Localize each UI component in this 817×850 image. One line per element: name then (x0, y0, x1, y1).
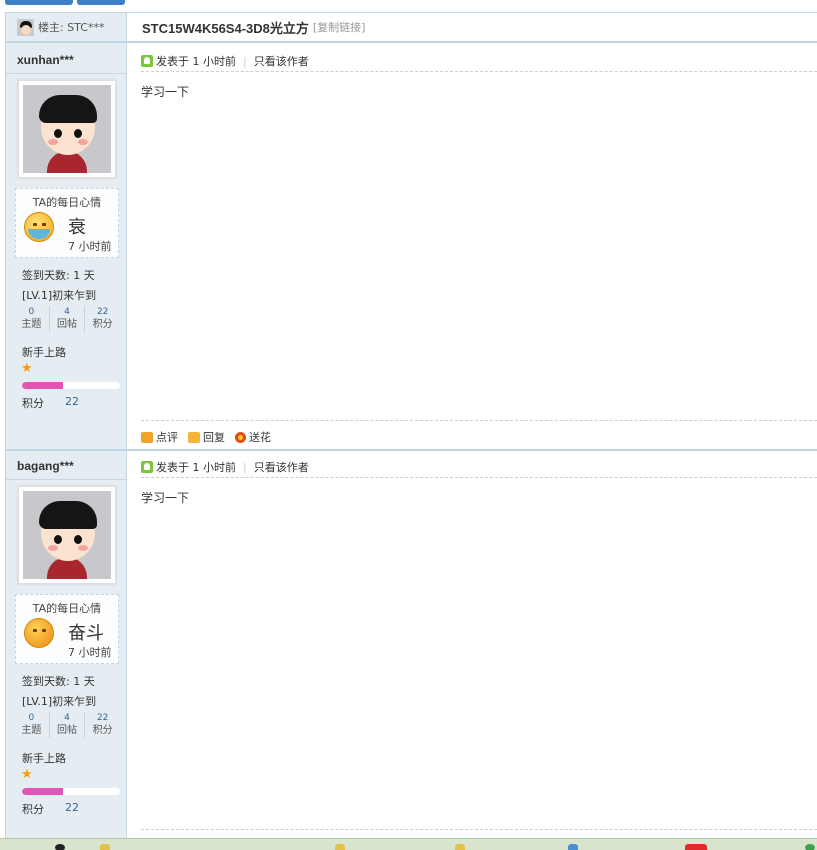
stat-threads[interactable]: 0 主题 (14, 712, 49, 738)
taskbar (0, 838, 817, 850)
username[interactable]: bagang*** (17, 459, 74, 473)
view-author-only-link[interactable]: 只看该作者 (254, 459, 309, 475)
credit-progress-bar (22, 382, 120, 389)
post-meta: 发表于 1 小时前 | 只看该作者 (141, 459, 309, 475)
op-label[interactable]: 楼主: STC*** (38, 19, 104, 35)
divider (141, 829, 817, 830)
thread-header: STC15W4K56S4-3D8光立方 [复制链接] (127, 13, 817, 43)
stat-replies[interactable]: 4 回帖 (48, 306, 85, 332)
user-sidebar: xunhan*** TA的每日心情 衰 7 小时前 签到天数: 1 天 [LV.… (6, 43, 127, 450)
user-online-icon (141, 461, 153, 473)
avatar[interactable] (18, 486, 116, 584)
divider (141, 477, 817, 478)
meta-separator: | (243, 54, 247, 68)
post-content-area: 发表于 1 小时前 | 只看该作者 学习一下 点评 回复 送花 (127, 43, 817, 450)
mood-time: 7 小时前 (68, 646, 112, 659)
sign-in-days: 签到天数: 1 天 (22, 269, 95, 282)
meta-separator: | (243, 460, 247, 474)
reply-button[interactable]: 回复 (188, 429, 225, 445)
username[interactable]: xunhan*** (17, 53, 74, 67)
star-icon: ★ (21, 767, 33, 782)
op-avatar[interactable] (17, 18, 34, 36)
top-action-button-1[interactable] (5, 0, 73, 5)
credit-label: 积分 (22, 397, 44, 410)
star-icon: ★ (21, 361, 33, 376)
comment-icon (141, 431, 153, 443)
avatar[interactable] (18, 80, 116, 178)
thread-title: STC15W4K56S4-3D8光立方 (142, 20, 309, 36)
thread-container: 楼主: STC*** STC15W4K56S4-3D8光立方 [复制链接] xu… (5, 12, 817, 839)
stat-replies[interactable]: 4 回帖 (48, 712, 85, 738)
mood-time: 7 小时前 (68, 240, 112, 253)
post-actions: 点评 回复 送花 (141, 429, 281, 445)
user-stats: 0 主题 4 回帖 22 积分 (14, 306, 120, 332)
user-level[interactable]: [LV.1]初来乍到 (22, 693, 96, 709)
op-header: 楼主: STC*** (6, 13, 127, 43)
crying-face-icon (24, 212, 54, 242)
credit-label: 积分 (22, 803, 44, 816)
mood-text: 衰 (68, 217, 86, 238)
mood-text: 奋斗 (68, 623, 104, 644)
top-action-button-2[interactable] (77, 0, 125, 5)
stat-credits[interactable]: 22 积分 (84, 712, 120, 738)
user-rank[interactable]: 新手上路 (22, 750, 66, 766)
daily-mood-box: TA的每日心情 衰 7 小时前 (15, 188, 119, 258)
daily-mood-box: TA的每日心情 奋斗 7 小时前 (15, 594, 119, 664)
credit-progress-bar (22, 788, 120, 795)
send-flower-button[interactable]: 送花 (235, 429, 271, 445)
mood-title: TA的每日心情 (32, 602, 102, 615)
post-time: 发表于 1 小时前 (156, 461, 236, 474)
divider (6, 479, 126, 480)
user-online-icon (141, 55, 153, 67)
divider (6, 73, 126, 74)
taskbar-app-icon[interactable] (568, 844, 578, 850)
divider (141, 71, 817, 72)
post-body: 学习一下 (141, 85, 190, 99)
user-sidebar: bagang*** TA的每日心情 奋斗 7 小时前 签到天数: 1 天 [LV… (6, 451, 127, 839)
stat-threads[interactable]: 0 主题 (14, 306, 49, 332)
taskbar-app-icon[interactable] (55, 844, 65, 850)
user-rank[interactable]: 新手上路 (22, 344, 66, 360)
post-body: 学习一下 (141, 491, 190, 505)
sign-in-days: 签到天数: 1 天 (22, 675, 95, 688)
post-content-area: 发表于 1 小时前 | 只看该作者 学习一下 (127, 451, 817, 839)
taskbar-app-icon[interactable] (100, 844, 110, 850)
user-stats: 0 主题 4 回帖 22 积分 (14, 712, 120, 738)
credit-value: 22 (65, 801, 79, 814)
reply-icon (188, 431, 200, 443)
taskbar-app-icon[interactable] (455, 844, 465, 850)
view-author-only-link[interactable]: 只看该作者 (254, 53, 309, 69)
mood-title: TA的每日心情 (32, 196, 102, 209)
stat-credits[interactable]: 22 积分 (84, 306, 120, 332)
taskbar-app-icon[interactable] (685, 844, 707, 850)
comment-button[interactable]: 点评 (141, 429, 178, 445)
taskbar-app-icon[interactable] (805, 844, 815, 850)
post-time: 发表于 1 小时前 (156, 55, 236, 68)
copy-link-button[interactable]: [复制链接] (313, 19, 366, 35)
divider (141, 420, 817, 421)
credit-value: 22 (65, 395, 79, 408)
striving-face-icon (24, 618, 54, 648)
user-level[interactable]: [LV.1]初来乍到 (22, 287, 96, 303)
post-meta: 发表于 1 小时前 | 只看该作者 (141, 53, 309, 69)
taskbar-app-icon[interactable] (335, 844, 345, 850)
flower-icon (235, 431, 246, 443)
